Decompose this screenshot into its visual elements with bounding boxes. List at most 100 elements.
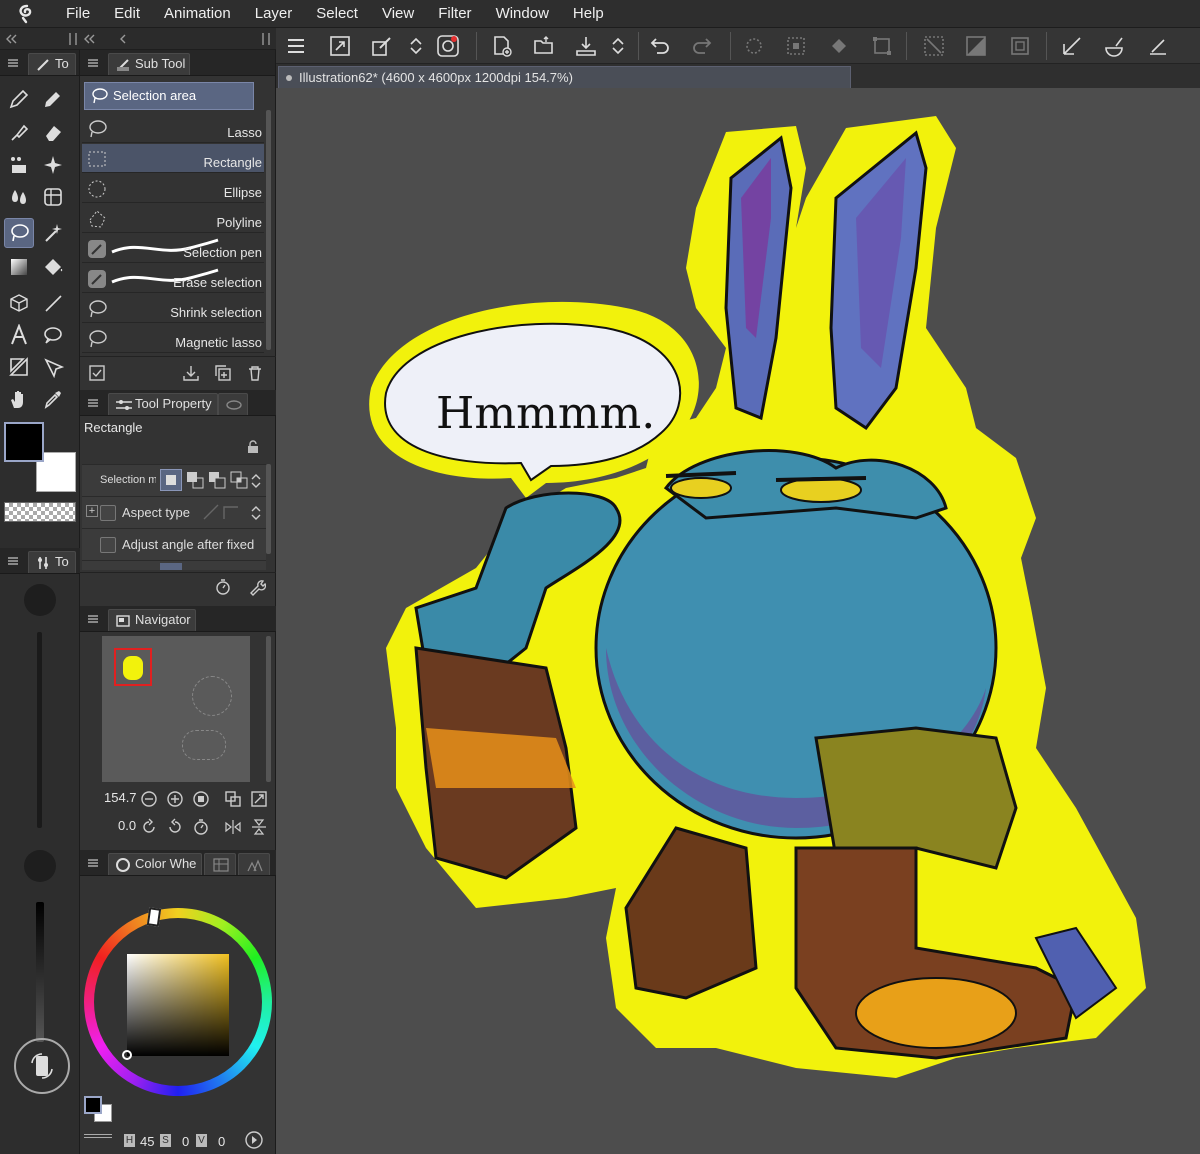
tab-brush-size[interactable]: To — [28, 551, 76, 573]
crop-icon[interactable] — [1008, 34, 1032, 58]
tab-color-history[interactable] — [238, 853, 270, 875]
sub-tool-item[interactable]: Rectangle — [82, 144, 264, 173]
tab-brush-shape[interactable] — [218, 393, 248, 415]
navigator-scrollbar[interactable] — [266, 636, 271, 782]
text-tool[interactable] — [4, 320, 34, 350]
value-value[interactable]: 0 — [218, 1134, 225, 1149]
tab-sub-tool[interactable]: Sub Tool — [108, 53, 190, 75]
main-color-swatch[interactable] — [4, 422, 44, 462]
figure-tool[interactable] — [38, 182, 68, 212]
clear-outside-icon[interactable] — [922, 34, 946, 58]
subtract-selection-mode-button[interactable] — [206, 469, 228, 491]
sub-tool-scrollbar[interactable] — [266, 110, 271, 350]
transparent-mini[interactable] — [84, 1134, 112, 1138]
fit-navigator-icon[interactable] — [250, 790, 268, 808]
zoom-out-icon[interactable] — [140, 790, 158, 808]
new-file-icon[interactable] — [490, 34, 514, 58]
clear-inside-icon[interactable] — [964, 34, 988, 58]
sub-tool-item[interactable]: Polyline — [82, 204, 264, 233]
frame-tool[interactable] — [4, 352, 34, 382]
panel-menu-icon[interactable] — [88, 615, 98, 623]
operation-tool[interactable] — [38, 352, 68, 382]
tab-tool[interactable]: To — [28, 53, 76, 75]
tab-tool-property[interactable]: Tool Property — [108, 393, 218, 415]
redo-icon[interactable] — [690, 34, 714, 58]
sync-brush-button[interactable] — [14, 1038, 70, 1094]
trash-icon[interactable] — [246, 364, 264, 382]
panel-menu-icon[interactable] — [8, 557, 18, 565]
menu-help[interactable]: Help — [561, 0, 616, 28]
add-selection-mode-button[interactable] — [184, 469, 206, 491]
eyedropper-tool[interactable] — [38, 384, 68, 414]
navigator-viewport-frame[interactable] — [114, 648, 152, 686]
sub-tool-item[interactable]: Lasso — [82, 114, 264, 143]
hue-value[interactable]: 45 — [140, 1134, 154, 1149]
color-mode-toggle-icon[interactable] — [244, 1130, 264, 1150]
sub-tool-item[interactable]: Erase selection — [82, 264, 264, 293]
ruler-icon[interactable] — [1060, 34, 1084, 58]
new-selection-mode-button[interactable] — [160, 469, 182, 491]
stepper-icon[interactable] — [250, 503, 262, 523]
line-tool[interactable] — [38, 288, 68, 318]
wrench-icon[interactable] — [248, 578, 266, 596]
panel-menu-icon[interactable] — [88, 399, 98, 407]
duplicate-sub-tool-icon[interactable] — [214, 364, 232, 382]
menu-select[interactable]: Select — [304, 0, 370, 28]
balloon-tool[interactable] — [38, 320, 68, 350]
menu-edit[interactable]: Edit — [102, 0, 152, 28]
menu-file[interactable]: File — [54, 0, 102, 28]
saturation-value[interactable]: 0 — [182, 1134, 189, 1149]
expand-plus-icon[interactable]: + — [86, 505, 98, 517]
actual-size-icon[interactable] — [192, 790, 210, 808]
zoom-value[interactable]: 154.7 — [104, 790, 137, 805]
tool-property-scrollbar[interactable] — [266, 464, 271, 554]
drawing-canvas[interactable]: Hmmmm. — [276, 88, 1200, 1154]
sub-tool-settings-icon[interactable] — [88, 364, 106, 382]
dock-grip-icon[interactable] — [262, 33, 270, 45]
saturation-value-square[interactable] — [127, 954, 229, 1056]
blend-tool[interactable] — [4, 182, 34, 212]
tab-navigator[interactable]: Navigator — [108, 609, 196, 631]
gradient-tool[interactable] — [4, 252, 34, 282]
selection-tool[interactable] — [4, 218, 34, 248]
fill-icon[interactable] — [828, 34, 852, 58]
sparkle-tool[interactable] — [38, 150, 68, 180]
save-icon[interactable] — [574, 34, 598, 58]
flip-horizontal-icon[interactable] — [224, 818, 242, 836]
snap-ruler-icon[interactable] — [1146, 34, 1170, 58]
open-folder-icon[interactable] — [532, 34, 556, 58]
opacity-slider[interactable] — [36, 902, 44, 1042]
fit-canvas-icon[interactable] — [328, 34, 352, 58]
stepper-icon[interactable] — [404, 34, 428, 58]
menu-animation[interactable]: Animation — [152, 0, 243, 28]
hamburger-menu-icon[interactable] — [284, 34, 308, 58]
document-tab[interactable]: Illustration62* (4600 x 4600px 1200dpi 1… — [278, 66, 851, 88]
aspect-type-checkbox[interactable] — [100, 505, 116, 521]
brush-tool[interactable] — [4, 118, 34, 148]
quick-access-icon[interactable] — [370, 34, 394, 58]
3d-tool[interactable] — [4, 288, 34, 318]
menu-layer[interactable]: Layer — [243, 0, 305, 28]
menu-filter[interactable]: Filter — [426, 0, 483, 28]
panel-menu-icon[interactable] — [88, 859, 98, 867]
fill-tool[interactable] — [38, 252, 68, 282]
menu-view[interactable]: View — [370, 0, 426, 28]
transform-icon[interactable] — [870, 34, 894, 58]
anti-alias-option[interactable] — [160, 563, 182, 570]
chevron-left-icon[interactable] — [116, 32, 130, 46]
flip-vertical-icon[interactable] — [250, 818, 268, 836]
lock-icon[interactable] — [246, 440, 260, 454]
sv-picker-handle[interactable] — [122, 1050, 132, 1060]
clip-studio-icon[interactable] — [436, 34, 460, 58]
zoom-in-icon[interactable] — [166, 790, 184, 808]
auto-select-tool[interactable] — [38, 218, 68, 248]
sub-tool-item[interactable]: Ellipse — [82, 174, 264, 203]
panel-menu-icon[interactable] — [8, 59, 18, 67]
snap-icon[interactable] — [1102, 34, 1126, 58]
invert-selection-icon[interactable] — [784, 34, 808, 58]
menu-window[interactable]: Window — [484, 0, 561, 28]
rotate-left-icon[interactable] — [140, 818, 158, 836]
stopwatch-icon[interactable] — [214, 578, 232, 596]
tab-color-set[interactable] — [204, 853, 236, 875]
pencil-tool[interactable] — [38, 84, 68, 114]
